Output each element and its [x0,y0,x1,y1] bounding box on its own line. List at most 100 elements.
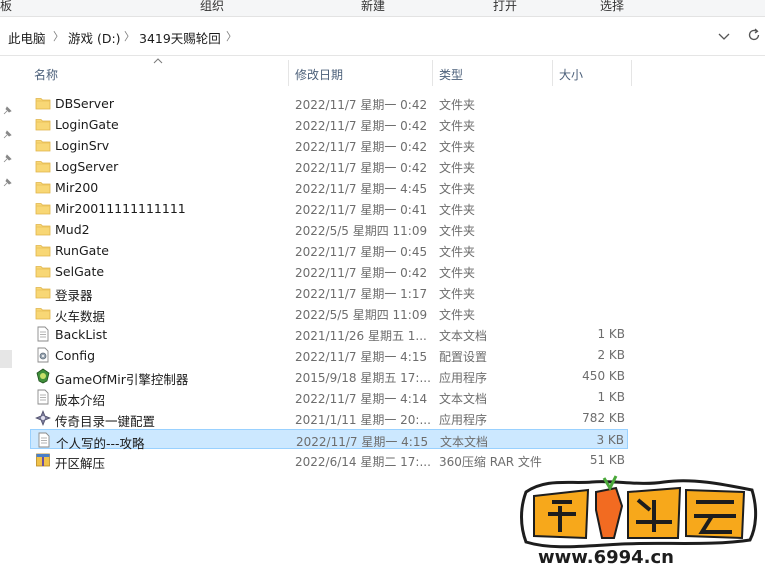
file-name: BackList [55,327,108,342]
file-row[interactable]: 个人写的---攻略 2022/11/7 星期一 4:15 文本文档 3 KB [30,429,628,451]
file-modified-date: 2021/11/26 星期五 1... [295,329,427,343]
column-header-type[interactable]: 类型 [433,56,552,90]
file-type: 文件夹 [439,98,476,112]
config-app-icon [35,410,51,426]
text-file-icon [36,432,52,448]
file-modified-date: 2022/11/7 星期一 4:45 [295,182,428,196]
ribbon-group-0[interactable]: 板 [0,0,12,14]
ribbon-group-new[interactable]: 新建 [361,0,385,14]
column-header-date[interactable]: 修改日期 [289,56,432,90]
column-header-name-label: 名称 [34,68,59,82]
file-type: 应用程序 [439,371,488,385]
file-row[interactable]: 火车数据 2022/5/5 星期四 11:09 文件夹 [30,303,628,324]
file-row[interactable]: 版本介绍 2022/11/7 星期一 4:14 文本文档 1 KB [30,387,628,408]
file-name: RunGate [55,243,109,258]
file-type: 360压缩 RAR 文件 [439,455,542,469]
file-type: 文件夹 [439,161,476,175]
file-size: 1 KB [597,327,625,341]
file-size: 1 KB [597,390,625,404]
file-type: 文本文档 [439,392,488,406]
breadcrumb-chevron-icon[interactable]: 〉 [124,28,135,44]
file-modified-date: 2015/9/18 星期五 17:... [295,371,431,385]
file-size: 51 KB [589,453,625,467]
file-row[interactable]: SelGate 2022/11/7 星期一 0:42 文件夹 [30,261,628,281]
file-type: 文件夹 [439,266,476,280]
file-type: 文件夹 [439,308,476,322]
column-header-name[interactable]: 名称 [30,56,288,90]
file-modified-date: 2022/11/7 星期一 4:15 [295,350,428,364]
file-row[interactable]: RunGate 2022/11/7 星期一 0:45 文件夹 [30,240,628,260]
folder-icon [35,263,51,279]
pin-icon[interactable] [2,178,12,188]
file-row[interactable]: Config 2022/11/7 星期一 4:15 配置设置 2 KB [30,345,628,365]
file-size: 782 KB [582,411,625,425]
file-row[interactable]: 传奇目录一键配置 2021/1/11 星期一 20:... 应用程序 782 KB [30,408,628,429]
file-name: 版本介绍 [55,393,106,408]
file-type: 文件夹 [439,119,476,133]
pin-icon[interactable] [2,130,12,140]
file-row[interactable]: LoginSrv 2022/11/7 星期一 0:42 文件夹 [30,135,628,155]
file-modified-date: 2022/5/5 星期四 11:09 [295,224,428,238]
folder-icon [35,200,51,216]
file-name: 登录器 [55,288,93,303]
file-row[interactable]: Mud2 2022/5/5 星期四 11:09 文件夹 [30,219,628,239]
folder-icon [35,95,51,111]
file-modified-date: 2022/11/7 星期一 0:41 [295,203,428,217]
ribbon-group-open[interactable]: 打开 [493,0,517,14]
breadcrumb-chevron-icon[interactable]: 〉 [53,28,64,44]
file-type: 文件夹 [439,140,476,154]
breadcrumb-drive[interactable]: 游戏 (D:) [68,28,121,47]
file-type: 文件夹 [439,245,476,259]
rar-archive-icon [35,452,51,468]
file-type: 应用程序 [439,413,488,427]
file-row[interactable]: Mir20011111111111 2022/11/7 星期一 0:41 文件夹 [30,198,628,218]
file-row[interactable]: DBServer 2022/11/7 星期一 0:42 文件夹 [30,93,628,113]
file-type: 配置设置 [439,350,488,364]
file-name: LoginGate [55,117,119,132]
file-row[interactable]: LoginGate 2022/11/7 星期一 0:42 文件夹 [30,114,628,134]
pin-icon[interactable] [2,106,12,116]
ribbon-group-organize[interactable]: 组织 [200,0,224,14]
folder-icon [35,221,51,237]
pin-icon[interactable] [2,154,12,164]
file-modified-date: 2022/11/7 星期一 0:42 [295,266,428,280]
column-header-type-label: 类型 [439,68,464,82]
file-row[interactable]: BackList 2021/11/26 星期五 1... 文本文档 1 KB [30,324,628,344]
breadcrumb-this-pc[interactable]: 此电脑 [8,28,46,47]
breadcrumb-chevron-icon[interactable]: 〉 [226,28,237,44]
breadcrumb[interactable]: 此电脑 〉 游戏 (D:) 〉 3419天赐轮回 〉 [0,23,740,49]
file-name: Mir20011111111111 [55,201,186,216]
ribbon-group-select[interactable]: 选择 [600,0,624,14]
file-modified-date: 2022/5/5 星期四 11:09 [295,308,428,322]
text-file-icon [35,326,51,342]
folder-icon [35,158,51,174]
file-row[interactable]: LogServer 2022/11/7 星期一 0:42 文件夹 [30,156,628,176]
game-app-icon [35,368,51,384]
file-type: 文本文档 [440,435,489,449]
refresh-icon[interactable] [746,27,762,43]
nav-selected-item[interactable] [0,350,12,368]
address-history-chevron-down-icon[interactable] [717,29,731,43]
file-modified-date: 2021/1/11 星期一 20:... [295,413,431,427]
text-file-icon [35,389,51,405]
file-row[interactable]: Mir200 2022/11/7 星期一 4:45 文件夹 [30,177,628,197]
file-type: 文件夹 [439,203,476,217]
file-name: GameOfMir引擎控制器 [55,372,189,387]
file-name: 火车数据 [55,309,106,324]
file-type: 文本文档 [439,329,488,343]
column-header-size[interactable]: 大小 [553,56,631,90]
forum-watermark-logo: www.6994.cn [520,475,758,568]
file-modified-date: 2022/11/7 星期一 0:45 [295,245,428,259]
file-modified-date: 2022/11/7 星期一 4:14 [295,392,428,406]
file-size: 2 KB [597,348,625,362]
file-row[interactable]: 开区解压 2022/6/14 星期二 17:... 360压缩 RAR 文件 51 K… [30,450,628,471]
file-row[interactable]: GameOfMir引擎控制器 2015/9/18 星期五 17:... 应用程序 45… [30,366,628,387]
breadcrumb-folder[interactable]: 3419天赐轮回 [139,28,221,47]
file-name: SelGate [55,264,105,279]
file-modified-date: 2022/11/7 星期一 0:42 [295,119,428,133]
navigation-pane[interactable] [0,56,17,572]
file-name: Mud2 [55,222,90,237]
file-size: 450 KB [582,369,625,383]
column-divider[interactable] [631,60,632,86]
file-row[interactable]: 登录器 2022/11/7 星期一 1:17 文件夹 [30,282,628,303]
